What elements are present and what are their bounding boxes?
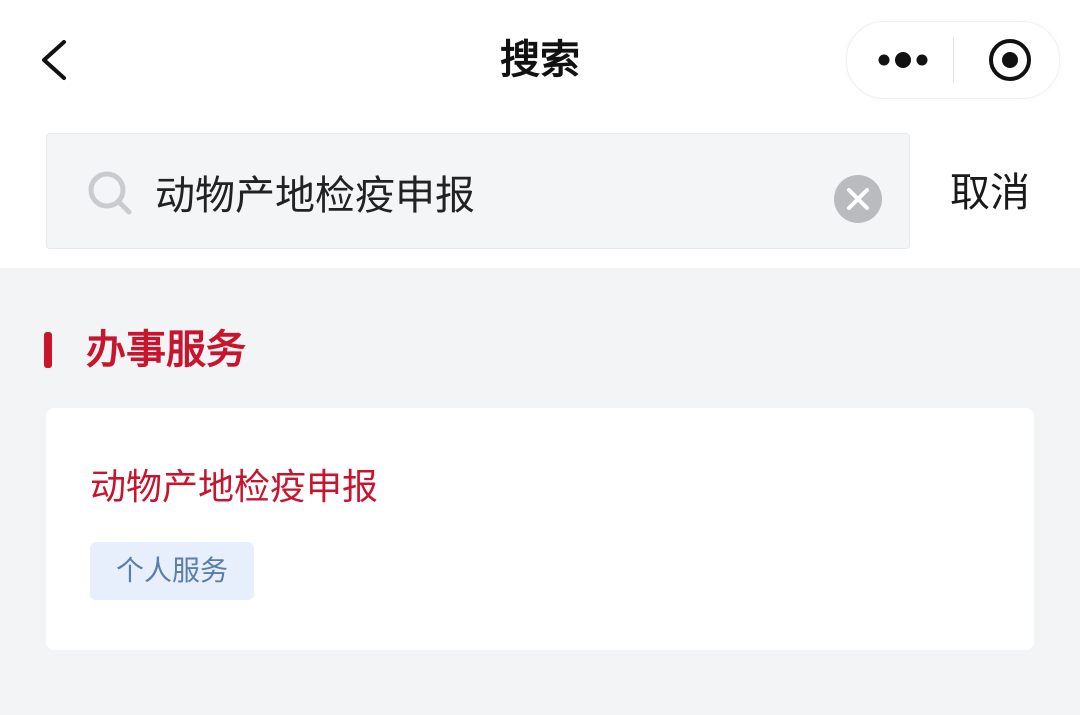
target-circle-icon	[989, 39, 1031, 81]
more-button[interactable]	[847, 22, 953, 98]
chevron-left-icon	[42, 40, 66, 80]
result-card[interactable]: 动物产地检疫申报 个人服务	[46, 408, 1034, 650]
clear-circle-icon	[834, 175, 882, 223]
back-button[interactable]	[30, 32, 82, 88]
clear-search-button[interactable]	[833, 174, 883, 224]
search-box[interactable]	[46, 133, 910, 249]
close-mini-program-button[interactable]	[954, 22, 1059, 98]
section-header: 办事服务	[0, 316, 600, 386]
result-tag: 个人服务	[90, 542, 255, 600]
navigation-bar: 搜索	[0, 0, 1080, 120]
search-input[interactable]	[155, 162, 815, 222]
more-dots-icon	[878, 52, 928, 68]
mini-program-capsule	[846, 21, 1060, 99]
section-accent-bar	[44, 332, 52, 368]
search-bar-row: 取消	[0, 120, 1080, 268]
section-title: 办事服务	[86, 327, 246, 373]
cancel-button[interactable]: 取消	[930, 163, 1050, 223]
search-results-area: 办事服务 动物产地检疫申报 个人服务	[0, 268, 1080, 715]
search-icon	[88, 171, 132, 215]
result-title[interactable]: 动物产地检疫申报	[90, 458, 378, 518]
